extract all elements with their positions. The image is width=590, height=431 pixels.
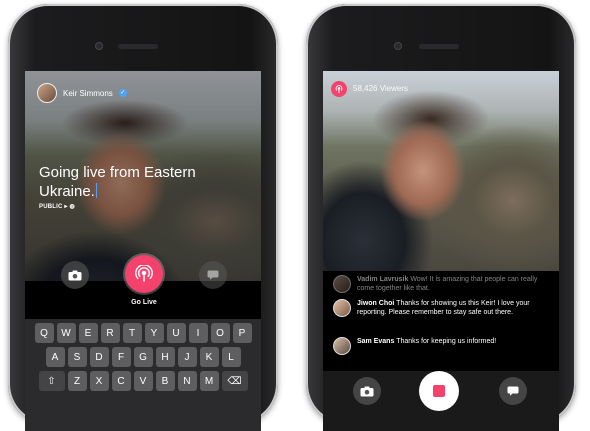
key-u[interactable]: U bbox=[166, 323, 186, 343]
key-k[interactable]: K bbox=[199, 347, 219, 367]
privacy-selector[interactable]: PUBLIC ▸ ◍ bbox=[39, 203, 75, 210]
comment-item: Vadim Lavrusik Wow! It is amazing that p… bbox=[333, 275, 551, 293]
viewer-count: 58,426 Viewers bbox=[353, 84, 408, 93]
go-live-screen: Keir Simmons ✓ Going live from Eastern U… bbox=[25, 71, 261, 431]
key-b[interactable]: B bbox=[155, 371, 175, 391]
stop-icon bbox=[433, 385, 445, 397]
key-o[interactable]: O bbox=[210, 323, 230, 343]
live-broadcast-icon bbox=[135, 265, 153, 283]
comments-toggle-button[interactable] bbox=[199, 261, 227, 289]
comment-author: Sam Evans bbox=[357, 338, 395, 345]
key-q[interactable]: Q bbox=[34, 323, 54, 343]
status-text-input[interactable]: Going live from Eastern Ukraine. bbox=[39, 163, 239, 201]
key-l[interactable]: L bbox=[221, 347, 241, 367]
key-s[interactable]: S bbox=[67, 347, 87, 367]
key-g[interactable]: G bbox=[133, 347, 153, 367]
stop-broadcast-button[interactable] bbox=[419, 371, 459, 411]
key-i[interactable]: I bbox=[188, 323, 208, 343]
switch-camera-button[interactable] bbox=[61, 261, 89, 289]
live-video bbox=[323, 71, 559, 271]
live-indicator-icon bbox=[331, 81, 347, 97]
camera-icon bbox=[68, 270, 82, 281]
key-x[interactable]: X bbox=[89, 371, 109, 391]
go-live-button[interactable] bbox=[125, 255, 163, 293]
key-m[interactable]: M bbox=[199, 371, 219, 391]
comment-item: Sam Evans Thanks for keeping us informed… bbox=[333, 337, 551, 355]
phone-left: Keir Simmons ✓ Going live from Eastern U… bbox=[8, 4, 278, 431]
front-camera bbox=[95, 42, 103, 50]
avatar bbox=[37, 83, 57, 103]
key-d[interactable]: D bbox=[89, 347, 109, 367]
comment-item: Jiwon Choi Thanks for showing us this Ke… bbox=[333, 299, 551, 317]
backspace-icon[interactable]: ⌫ bbox=[221, 371, 248, 391]
comments-toggle-button[interactable] bbox=[499, 377, 527, 405]
keyboard-row-3: ⇧ Z X C V B N M ⌫ bbox=[25, 371, 261, 391]
avatar bbox=[333, 337, 351, 355]
comment-text: Sam Evans Thanks for keeping us informed… bbox=[357, 337, 496, 346]
key-v[interactable]: V bbox=[133, 371, 153, 391]
comment-text: Jiwon Choi Thanks for showing us this Ke… bbox=[357, 299, 551, 317]
broadcaster-name: Keir Simmons bbox=[63, 88, 113, 98]
comment-author: Vadim Lavrusik bbox=[357, 276, 409, 283]
key-a[interactable]: A bbox=[45, 347, 65, 367]
earpiece-speaker bbox=[118, 44, 158, 49]
key-p[interactable]: P bbox=[232, 323, 252, 343]
comment-text: Vadim Lavrusik Wow! It is amazing that p… bbox=[357, 275, 551, 293]
key-t[interactable]: T bbox=[122, 323, 142, 343]
keyboard-row-1: Q W E R T Y U I O P bbox=[25, 323, 261, 343]
shift-icon[interactable]: ⇧ bbox=[38, 371, 65, 391]
status-text: Going live from Eastern Ukraine. bbox=[39, 164, 196, 200]
key-c[interactable]: C bbox=[111, 371, 131, 391]
avatar bbox=[333, 299, 351, 317]
chat-icon bbox=[207, 270, 219, 280]
avatar bbox=[333, 275, 351, 293]
key-w[interactable]: W bbox=[56, 323, 76, 343]
verified-icon: ✓ bbox=[118, 89, 127, 97]
keyboard-row-2: A S D F G H J K L bbox=[25, 347, 261, 367]
key-e[interactable]: E bbox=[78, 323, 98, 343]
broadcaster-header: Keir Simmons ✓ bbox=[37, 83, 127, 103]
comments-panel[interactable]: Vadim Lavrusik Wow! It is amazing that p… bbox=[323, 271, 559, 371]
key-y[interactable]: Y bbox=[144, 323, 164, 343]
live-broadcast-screen: 58,426 Viewers Vadim Lavrusik Wow! It is… bbox=[323, 71, 559, 431]
live-controls bbox=[323, 371, 559, 431]
key-r[interactable]: R bbox=[100, 323, 120, 343]
go-live-label: Go Live bbox=[131, 299, 157, 306]
key-j[interactable]: J bbox=[177, 347, 197, 367]
key-z[interactable]: Z bbox=[67, 371, 87, 391]
switch-camera-button[interactable] bbox=[353, 377, 381, 405]
keyboard: Q W E R T Y U I O P A S D F G H J K L ⇧ … bbox=[25, 319, 261, 431]
earpiece-speaker bbox=[419, 44, 459, 49]
key-h[interactable]: H bbox=[155, 347, 175, 367]
front-camera bbox=[394, 42, 402, 50]
key-f[interactable]: F bbox=[111, 347, 131, 367]
comment-body: Thanks for keeping us informed! bbox=[396, 338, 497, 345]
comment-author: Jiwon Choi bbox=[357, 300, 395, 307]
phone-right: 58,426 Viewers Vadim Lavrusik Wow! It is… bbox=[306, 4, 576, 431]
camera-icon bbox=[360, 386, 374, 397]
chat-icon bbox=[507, 386, 519, 396]
text-caret bbox=[95, 183, 97, 198]
broadcast-controls: Go Live bbox=[25, 249, 261, 319]
key-n[interactable]: N bbox=[177, 371, 197, 391]
